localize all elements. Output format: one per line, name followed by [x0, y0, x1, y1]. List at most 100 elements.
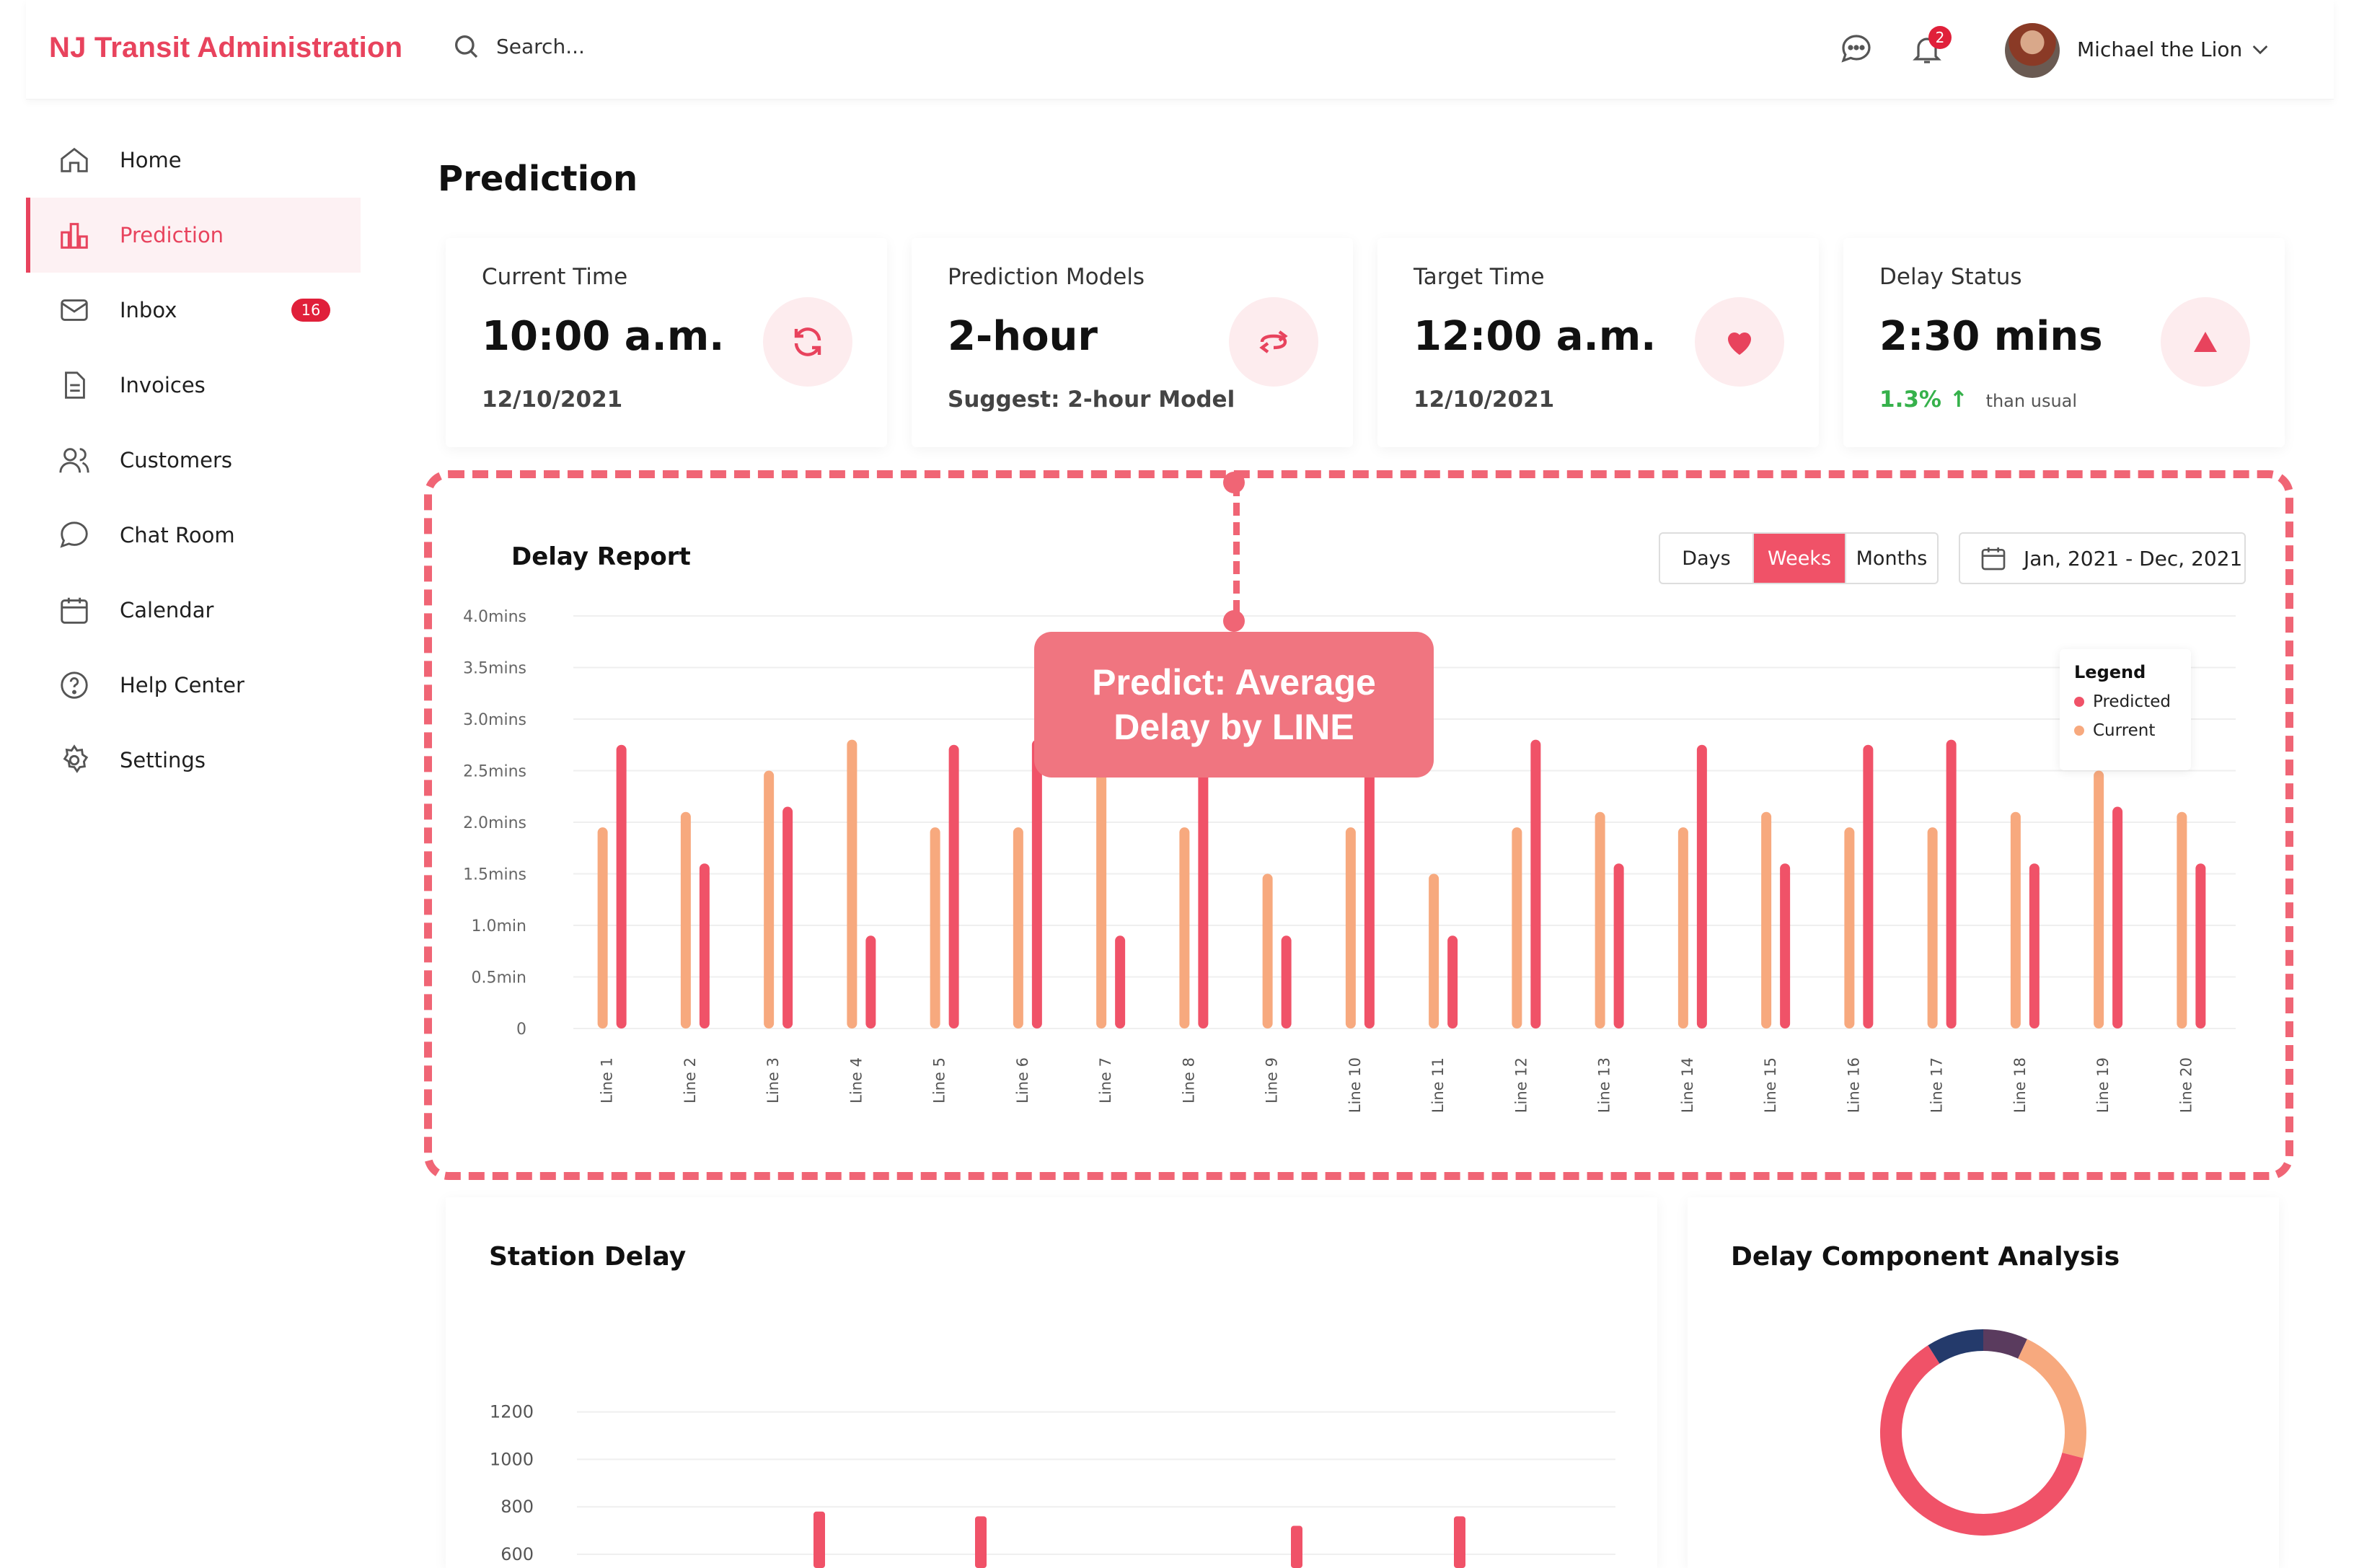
users-icon	[59, 448, 89, 473]
x-tick-label: Line 18	[2011, 1057, 2029, 1113]
x-tick-label: Line 16	[1845, 1057, 1862, 1113]
bar-predicted	[1031, 739, 1042, 1029]
card-title: Target Time	[1414, 264, 1545, 290]
legend-swatch	[2074, 726, 2084, 736]
bar-predicted	[1115, 935, 1126, 1029]
donut-slice	[1880, 1345, 2084, 1536]
period-days-button[interactable]: Days	[1660, 534, 1752, 583]
card-value: 12:00 a.m.	[1414, 313, 1657, 360]
x-tick-label: Line 17	[1928, 1057, 1946, 1113]
bar-predicted	[2112, 806, 2123, 1029]
card-icon-circle[interactable]	[763, 297, 852, 387]
search-input[interactable]: Search...	[496, 35, 585, 58]
card-icon-circle[interactable]	[2161, 297, 2250, 387]
card-value: 10:00 a.m.	[482, 313, 725, 360]
card-icon-circle[interactable]	[1695, 297, 1784, 387]
x-tick-label: Line 20	[2177, 1057, 2195, 1113]
y-tick-label: 2.0mins	[463, 814, 526, 832]
chevron-down-icon[interactable]	[2249, 38, 2272, 61]
bar-current	[1013, 827, 1023, 1029]
x-tick-label: Line 1	[599, 1057, 616, 1104]
sidebar-item-chat-room[interactable]: Chat Room	[26, 498, 361, 573]
chat-icon[interactable]	[1839, 32, 1874, 66]
bar-predicted	[1281, 935, 1292, 1029]
x-tick-label: Line 2	[682, 1057, 699, 1104]
sidebar-item-settings[interactable]: Settings	[26, 723, 361, 798]
donut-slice	[2017, 1339, 2086, 1458]
station-bar	[975, 1516, 987, 1568]
sidebar-item-label: Invoices	[120, 373, 206, 397]
arrow-up-icon: ↑	[1949, 387, 1968, 413]
x-tick-label: Line 19	[2094, 1057, 2112, 1113]
gear-icon	[63, 744, 89, 773]
triangle-up-icon	[2194, 332, 2217, 352]
card-value: 2-hour	[948, 313, 1098, 360]
avatar[interactable]	[2005, 23, 2060, 78]
legend-item-current: Current	[2074, 721, 2177, 740]
search-box[interactable]: Search...	[451, 32, 585, 61]
legend-label: Current	[2093, 721, 2156, 740]
chart-legend: Legend Predicted Current	[2060, 649, 2191, 770]
bar-current	[1096, 739, 1107, 1029]
sidebar-item-label: Chat Room	[120, 523, 235, 547]
sidebar-item-prediction[interactable]: Prediction	[26, 198, 361, 273]
bar-current	[764, 770, 775, 1029]
bar-predicted	[1696, 744, 1707, 1029]
y-tick-label: 600	[501, 1544, 534, 1564]
chat-icon	[60, 521, 88, 548]
prediction-models-card: Prediction Models 2-hour Suggest: 2-hour…	[912, 238, 1353, 447]
date-range-picker[interactable]: Jan, 2021 - Dec, 2021	[1959, 532, 2246, 584]
prediction-callout: Predict: Average Delay by LINE	[1034, 632, 1434, 778]
period-toggle: Days Weeks Months	[1659, 532, 1939, 584]
search-icon	[455, 35, 478, 58]
bar-predicted	[1447, 935, 1458, 1029]
date-range-label: Jan, 2021 - Dec, 2021	[2024, 546, 2243, 571]
y-tick-label: 3.5mins	[463, 660, 526, 678]
bar-current	[1512, 827, 1522, 1029]
bar-current	[597, 827, 608, 1029]
sidebar-item-customers[interactable]: Customers	[26, 423, 361, 498]
card-subtext: 12/10/2021	[1414, 387, 1555, 413]
sidebar-item-label: Inbox	[120, 298, 177, 322]
donut-slice	[1928, 1329, 1984, 1364]
period-months-button[interactable]: Months	[1845, 534, 1937, 583]
y-tick-label: 1.0min	[472, 917, 526, 935]
sidebar-item-home[interactable]: Home	[26, 123, 361, 198]
delay-status-card: Delay Status 2:30 mins 1.3% ↑ than usual	[1843, 238, 2285, 447]
sidebar-item-invoices[interactable]: Invoices	[26, 348, 361, 423]
bar-predicted	[1863, 744, 1874, 1029]
bar-current	[1844, 827, 1855, 1029]
x-tick-label: Line 12	[1512, 1057, 1530, 1113]
bar-current	[2010, 811, 2021, 1029]
delay-report-title: Delay Report	[511, 542, 691, 571]
delay-component-title: Delay Component Analysis	[1731, 1242, 2120, 1272]
x-tick-label: Line 9	[1264, 1057, 1281, 1104]
sidebar-item-calendar[interactable]: Calendar	[26, 573, 361, 648]
delay-change: 1.3% ↑ than usual	[1879, 387, 2077, 413]
y-tick-label: 0.5min	[472, 969, 526, 987]
bar-predicted	[2029, 863, 2040, 1029]
user-name[interactable]: Michael the Lion	[2077, 38, 2242, 61]
sidebar-item-inbox[interactable]: Inbox 16	[26, 273, 361, 348]
bar-predicted	[865, 935, 876, 1029]
sidebar-item-help-center[interactable]: Help Center	[26, 648, 361, 723]
brand-logo[interactable]: NJ Transit Administration	[49, 32, 402, 64]
bar-predicted	[1613, 863, 1624, 1029]
x-tick-label: Line 6	[1014, 1057, 1031, 1104]
donut-slice	[1983, 1329, 2027, 1359]
x-tick-label: Line 15	[1762, 1057, 1779, 1113]
page-title: Prediction	[438, 159, 638, 199]
bar-predicted	[1780, 863, 1791, 1029]
bar-current	[1345, 827, 1356, 1029]
period-weeks-button[interactable]: Weeks	[1752, 534, 1845, 583]
x-tick-label: Line 5	[931, 1057, 948, 1104]
x-tick-label: Line 10	[1346, 1057, 1364, 1113]
y-tick-label: 800	[501, 1497, 534, 1517]
top-bar: NJ Transit Administration Search...	[26, 0, 2334, 100]
x-tick-label: Line 7	[1097, 1057, 1114, 1104]
card-icon-circle[interactable]	[1229, 297, 1318, 387]
bar-current	[1761, 811, 1772, 1029]
bar-predicted	[2195, 863, 2206, 1029]
bar-predicted	[1364, 739, 1375, 1029]
connector-dot-top	[1223, 472, 1245, 493]
